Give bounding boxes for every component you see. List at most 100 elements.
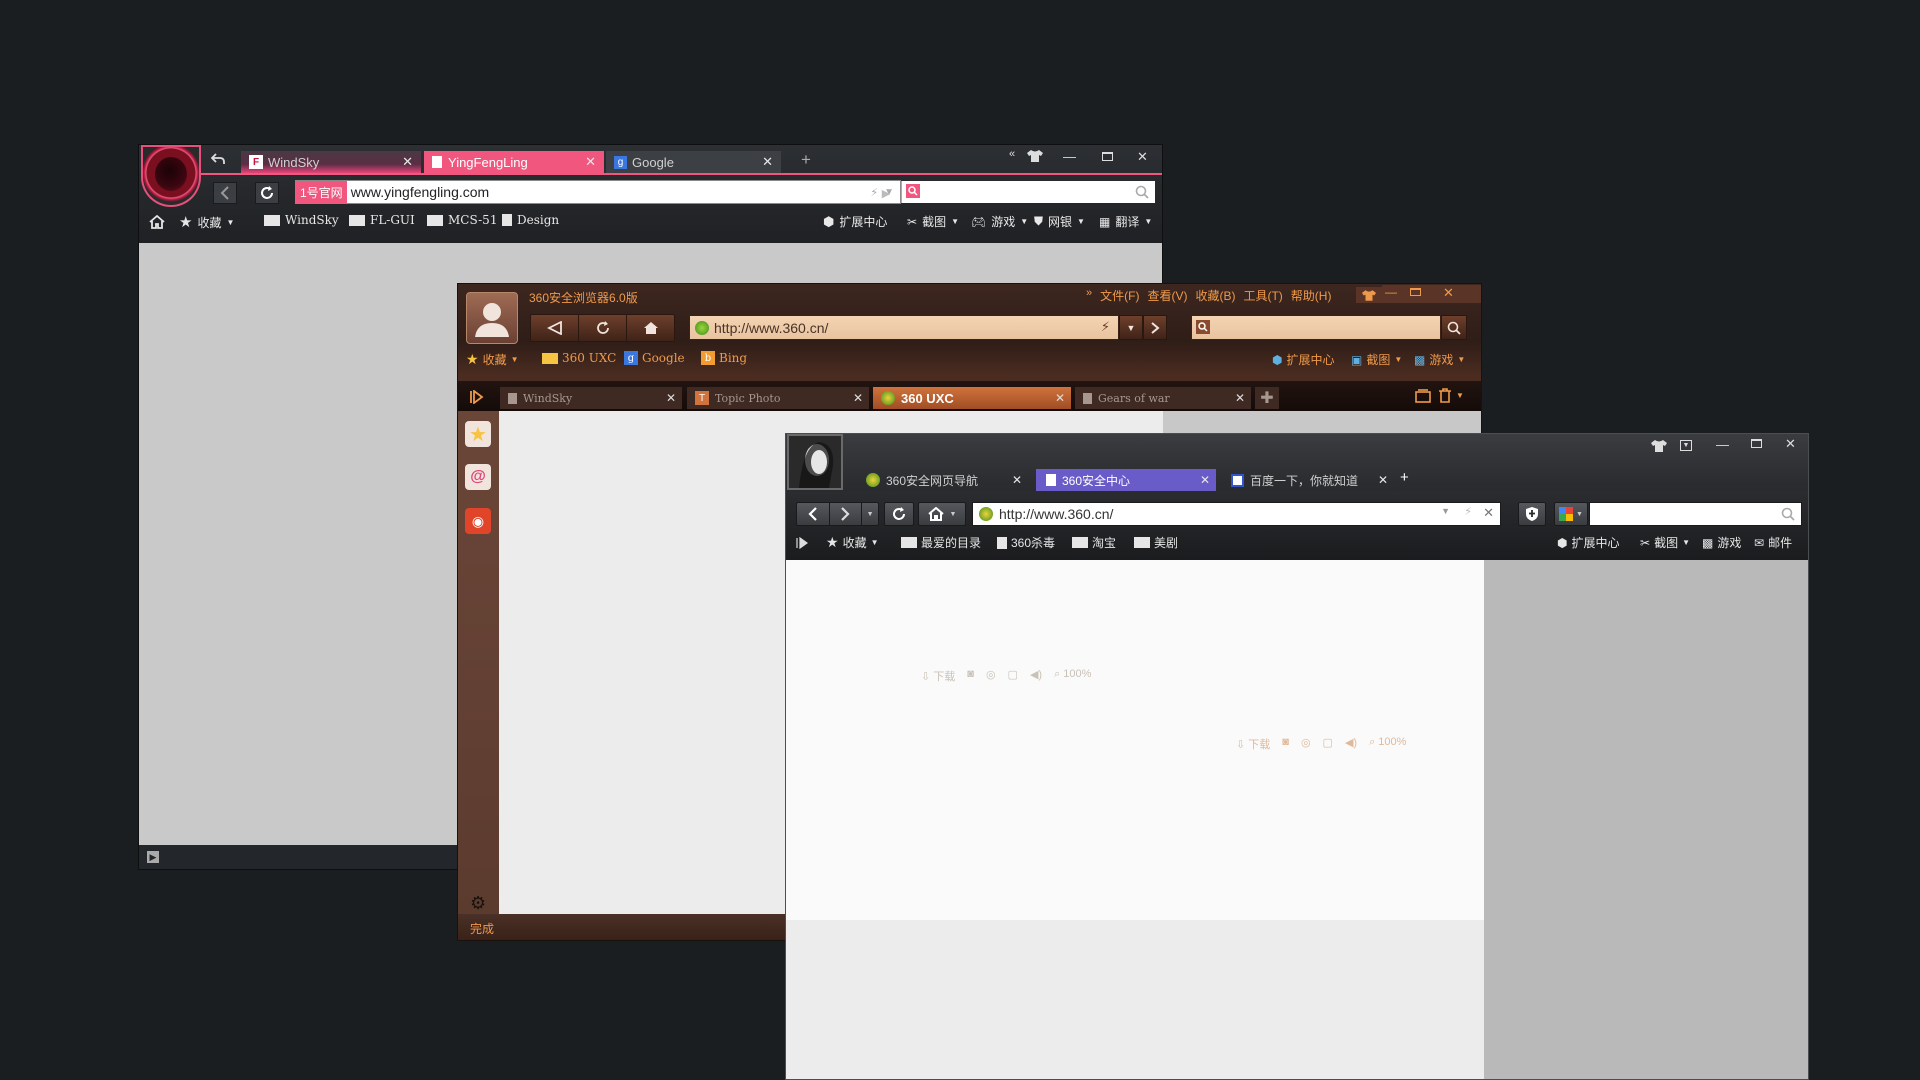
search-icon[interactable]: [1135, 185, 1149, 199]
close-tab-icon[interactable]: ✕: [762, 154, 773, 170]
minimize-button[interactable]: —: [1063, 149, 1076, 164]
close-tab-icon[interactable]: ✕: [585, 154, 596, 170]
dropdown-icon[interactable]: ▼: [1441, 506, 1450, 516]
menu-dropdown-icon[interactable]: ▼: [1680, 440, 1692, 451]
tool-extensions[interactable]: ⬢ 扩展中心: [1557, 534, 1620, 551]
bookmark-folder-windsky[interactable]: WindSky: [264, 213, 339, 227]
trash-icon[interactable]: [1438, 388, 1452, 403]
tool-extensions[interactable]: ⬢ 扩展中心: [823, 213, 887, 230]
bookmark-bing[interactable]: b Bing: [701, 351, 747, 365]
restore-tabs-icon[interactable]: [1415, 389, 1431, 403]
forward-icon[interactable]: [830, 503, 863, 525]
menu-more-icon[interactable]: »: [1086, 287, 1092, 304]
back-icon[interactable]: [531, 315, 579, 341]
close-tab-icon[interactable]: ✕: [853, 391, 863, 405]
tab-windsky[interactable]: WindSky ✕: [500, 387, 682, 409]
back-icon[interactable]: [213, 182, 237, 204]
weibo-icon[interactable]: ◉: [465, 508, 491, 534]
search-engine-icon[interactable]: [906, 184, 920, 198]
lightning-icon[interactable]: ⚡: [1464, 505, 1472, 518]
minimize-button[interactable]: —: [1385, 285, 1397, 299]
close-tab-icon[interactable]: ✕: [1012, 473, 1022, 487]
search-box[interactable]: [901, 181, 1155, 203]
bookmark-favorites[interactable]: ★ 收藏 ▼: [826, 534, 879, 551]
search-engine-icon[interactable]: [1196, 320, 1210, 334]
tab-yingfengling[interactable]: YingFengLing ✕: [424, 151, 604, 173]
tab-360-nav[interactable]: 360安全网页导航 ✕: [856, 469, 1028, 491]
menu-favorites[interactable]: 收藏(B): [1195, 287, 1235, 304]
minimize-button[interactable]: —: [1716, 437, 1729, 452]
tool-screenshot[interactable]: ✂ 截图 ▼: [907, 213, 959, 230]
close-window-button[interactable]: ✕: [1443, 285, 1454, 301]
address-url[interactable]: www.yingfengling.com: [347, 184, 871, 200]
close-tab-icon[interactable]: ✕: [1378, 473, 1388, 487]
clear-address-icon[interactable]: ✕: [1483, 505, 1494, 521]
close-window-button[interactable]: ✕: [1785, 436, 1796, 452]
close-window-button[interactable]: ✕: [1137, 149, 1148, 165]
close-tab-icon[interactable]: ✕: [1200, 473, 1210, 487]
menu-tools[interactable]: 工具(T): [1243, 287, 1282, 304]
search-box[interactable]: [1191, 315, 1441, 340]
avatar[interactable]: [787, 434, 843, 490]
bookmark-360-antivirus[interactable]: 360杀毒: [997, 534, 1055, 551]
lightning-icon[interactable]: ⚡: [1101, 319, 1110, 335]
sidebar-toggle-icon[interactable]: [466, 387, 488, 407]
new-tab-button[interactable]: ✚: [1255, 387, 1279, 409]
menu-help[interactable]: 帮助(H): [1291, 287, 1332, 304]
bookmark-favorites[interactable]: ★ 收藏 ▼: [179, 213, 234, 231]
sidebar-toggle-icon[interactable]: ▶: [147, 851, 159, 863]
tool-games[interactable]: ▩ 游戏: [1702, 534, 1741, 551]
sidebar-toggle-icon[interactable]: [796, 537, 808, 549]
bookmark-folder-us-tv[interactable]: 美剧: [1134, 534, 1178, 551]
search-icon[interactable]: [1441, 315, 1467, 340]
menu-file[interactable]: 文件(F): [1100, 287, 1139, 304]
close-tab-icon[interactable]: ✕: [1235, 391, 1245, 405]
menu-view[interactable]: 查看(V): [1147, 287, 1187, 304]
bookmark-folder-flgui[interactable]: FL-GUI: [349, 213, 415, 227]
address-bar[interactable]: 1号官网 www.yingfengling.com ⚡ ▼: [295, 180, 901, 204]
avatar[interactable]: [466, 292, 518, 344]
bookmark-google[interactable]: g Google: [624, 351, 685, 365]
tab-360-security[interactable]: 360安全中心 ✕: [1036, 469, 1216, 491]
go-icon[interactable]: ▶: [877, 183, 895, 203]
home-icon[interactable]: [149, 215, 165, 229]
refresh-icon[interactable]: [579, 315, 627, 341]
dropdown-icon[interactable]: ▼: [1456, 391, 1464, 400]
site-badge[interactable]: 1号官网: [296, 181, 347, 203]
bookmark-folder-mcs51[interactable]: MCS-51: [427, 213, 497, 227]
refresh-icon[interactable]: [884, 502, 914, 526]
address-bar[interactable]: http://www.360.cn/ ▼ ⚡ ✕: [972, 502, 1501, 526]
tool-screenshot[interactable]: ▣ 截图 ▼: [1351, 351, 1402, 368]
skin-shirt-icon[interactable]: [1027, 150, 1043, 162]
bookmark-folder-favorites-dir[interactable]: 最爱的目录: [901, 534, 981, 551]
maximize-button[interactable]: [1410, 288, 1421, 296]
new-tab-button[interactable]: +: [801, 150, 811, 170]
bookmark-favorites[interactable]: ★ 收藏 ▼: [466, 351, 519, 368]
tab-topic-photo[interactable]: T Topic Photo ✕: [687, 387, 869, 409]
tool-games[interactable]: ▩ 游戏 ▼: [1414, 351, 1465, 368]
tab-baidu[interactable]: 百度一下，你就知道 ✕: [1221, 469, 1394, 491]
address-url[interactable]: http://www.360.cn/: [999, 506, 1113, 522]
search-engine-selector[interactable]: ▼: [1554, 502, 1588, 526]
tool-screenshot[interactable]: ✂ 截图 ▼: [1640, 534, 1690, 551]
dropdown-icon[interactable]: ▼: [1119, 315, 1143, 340]
address-bar[interactable]: http://www.360.cn/ ⚡: [689, 315, 1119, 340]
search-icon[interactable]: [1781, 507, 1795, 521]
bookmark-design[interactable]: Design: [502, 213, 559, 227]
close-tab-icon[interactable]: ✕: [402, 154, 413, 170]
tool-mail[interactable]: ✉ 邮件: [1754, 534, 1792, 551]
maximize-button[interactable]: [1102, 152, 1113, 161]
tool-translate[interactable]: ▦ 翻译 ▼: [1099, 213, 1152, 230]
refresh-icon[interactable]: [255, 182, 279, 204]
tool-extensions[interactable]: ⬢ 扩展中心: [1272, 351, 1335, 368]
favorites-star-icon[interactable]: ★: [465, 421, 491, 447]
close-tab-icon[interactable]: ✕: [666, 391, 676, 405]
maximize-button[interactable]: [1751, 439, 1762, 448]
address-url[interactable]: http://www.360.cn/: [714, 320, 828, 336]
security-shield-icon[interactable]: [1518, 502, 1546, 526]
home-icon[interactable]: [627, 315, 674, 341]
dragon-logo-icon[interactable]: [141, 145, 201, 207]
skin-shirt-icon[interactable]: [1651, 440, 1667, 452]
tab-google[interactable]: g Google ✕: [606, 151, 781, 173]
go-icon[interactable]: [1143, 315, 1167, 340]
